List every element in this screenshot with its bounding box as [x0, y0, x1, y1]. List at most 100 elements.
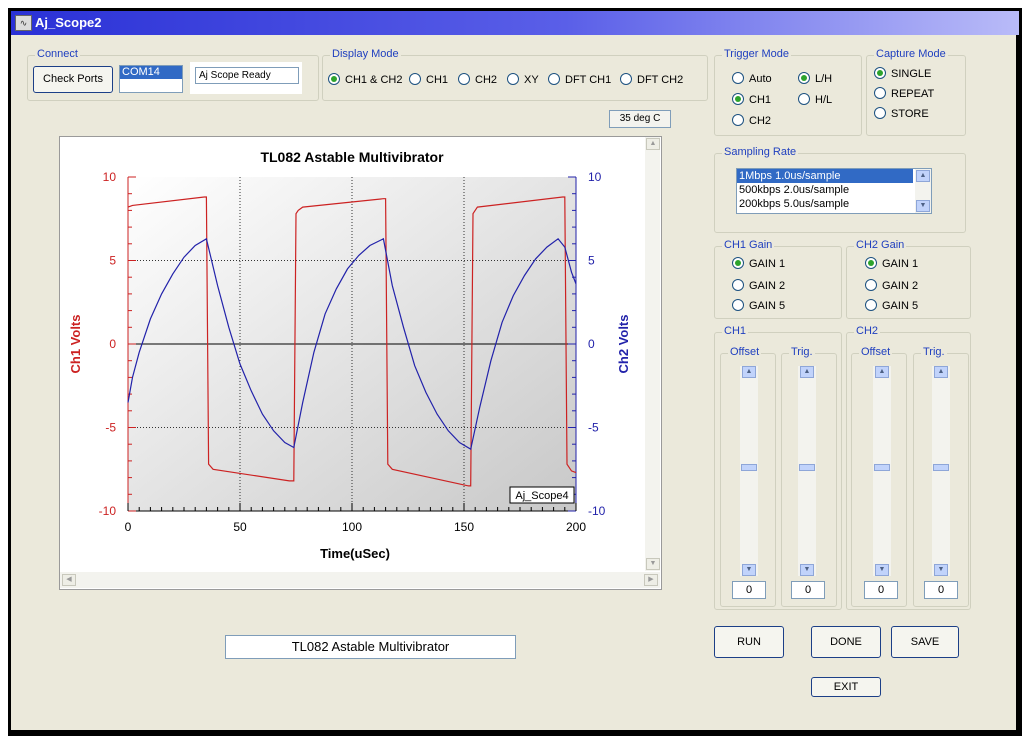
radio-icon: [548, 73, 560, 85]
sampling-rate-item-selected[interactable]: 1Mbps 1.0us/sample: [737, 169, 913, 183]
slider-down-icon[interactable]: ▼: [875, 564, 889, 576]
radio-label: GAIN 5: [749, 300, 786, 312]
ch2-gain-group: CH2 Gain GAIN 1 GAIN 2 GAIN 5: [846, 239, 971, 319]
ch1-trig-slider[interactable]: ▲ ▼: [798, 366, 816, 576]
chart-title: TL082 Astable Multivibrator: [260, 149, 444, 165]
slider-down-icon[interactable]: ▼: [800, 564, 814, 576]
radio-label: GAIN 2: [882, 280, 919, 292]
ch2-gain-1[interactable]: GAIN 1: [865, 257, 918, 270]
slider-thumb[interactable]: [799, 464, 815, 471]
check-ports-button[interactable]: Check Ports: [33, 66, 113, 93]
ch1-trig-label: Trig.: [789, 346, 815, 358]
radio-selected-icon: [328, 73, 340, 85]
radio-label: GAIN 5: [882, 300, 919, 312]
radio-label: GAIN 1: [749, 258, 786, 270]
y-axis-label-ch1: Ch1 Volts: [68, 315, 83, 374]
display-mode-xy[interactable]: XY: [507, 73, 539, 86]
capture-store[interactable]: STORE: [874, 107, 929, 120]
ch1-gain-2[interactable]: GAIN 2: [732, 279, 785, 292]
ch2-trig-label: Trig.: [921, 346, 947, 358]
radio-label: CH1: [749, 94, 772, 106]
chart-vertical-scrollbar[interactable]: ▲ ▼: [645, 137, 660, 571]
ch1-gain-1[interactable]: GAIN 1: [732, 257, 785, 270]
slider-thumb[interactable]: [874, 464, 890, 471]
radio-selected-icon: [732, 257, 744, 269]
radio-icon: [732, 114, 744, 126]
display-mode-dft-ch2[interactable]: DFT CH2: [620, 73, 683, 86]
ch2-controls-group: CH2 Offset ▲ ▼ 0 Trig. ▲ ▼ 0: [846, 325, 971, 610]
slider-up-icon[interactable]: ▲: [800, 366, 814, 378]
client-area: Connect Check Ports COM14 Aj Scope Ready…: [11, 35, 1016, 730]
slider-up-icon[interactable]: ▲: [875, 366, 889, 378]
window-title: Aj_Scope2: [35, 15, 102, 30]
radio-icon: [732, 299, 744, 311]
capture-mode-group: Capture Mode SINGLE REPEAT STORE: [866, 48, 966, 136]
trigger-ch2[interactable]: CH2: [732, 114, 771, 127]
slider-up-icon[interactable]: ▲: [934, 366, 948, 378]
display-mode-dft-ch1[interactable]: DFT CH1: [548, 73, 611, 86]
ch2-gain-2[interactable]: GAIN 2: [865, 279, 918, 292]
ch1-trig-value[interactable]: 0: [791, 581, 825, 599]
x-axis-label: Time(uSec): [320, 546, 390, 561]
ch1-gain-5[interactable]: GAIN 5: [732, 299, 785, 312]
port-selected-item[interactable]: COM14: [120, 66, 182, 79]
scroll-right-icon[interactable]: ▶: [644, 574, 658, 586]
caption-textbox[interactable]: TL082 Astable Multivibrator: [225, 635, 516, 659]
run-button[interactable]: RUN: [714, 626, 784, 658]
x-tick-label: 200: [566, 520, 586, 534]
trigger-auto[interactable]: Auto: [732, 72, 772, 85]
capture-repeat[interactable]: REPEAT: [874, 87, 934, 100]
trigger-low-to-high[interactable]: L/H: [798, 72, 832, 85]
scope-app-icon[interactable]: ∿: [15, 15, 32, 31]
sampling-rate-item[interactable]: 500kbps 2.0us/sample: [737, 183, 931, 197]
slider-down-icon[interactable]: ▼: [742, 564, 756, 576]
scroll-up-icon[interactable]: ▲: [646, 138, 660, 150]
sampling-rate-scrollbar[interactable]: ▲ ▼: [915, 169, 931, 213]
ch1-gain-label: CH1 Gain: [722, 239, 775, 251]
radio-label: GAIN 2: [749, 280, 786, 292]
scroll-down-icon[interactable]: ▼: [646, 558, 660, 570]
ch2-gain-5[interactable]: GAIN 5: [865, 299, 918, 312]
sampling-rate-item[interactable]: 200kbps 5.0us/sample: [737, 197, 931, 211]
ch2-offset-value[interactable]: 0: [864, 581, 898, 599]
slider-up-icon[interactable]: ▲: [742, 366, 756, 378]
radio-selected-icon: [798, 72, 810, 84]
done-button[interactable]: DONE: [811, 626, 881, 658]
y-tick-label-ch2: 5: [588, 254, 595, 268]
ch1-offset-value[interactable]: 0: [732, 581, 766, 599]
title-bar[interactable]: ∿ Aj_Scope2: [11, 11, 1019, 35]
trigger-high-to-low[interactable]: H/L: [798, 93, 832, 106]
ch1-offset-slider[interactable]: ▲ ▼: [740, 366, 758, 576]
port-listbox[interactable]: COM14: [119, 65, 183, 93]
ch2-trig-group: Trig. ▲ ▼ 0: [913, 346, 969, 607]
exit-button[interactable]: EXIT: [811, 677, 881, 697]
scroll-down-icon[interactable]: ▼: [916, 200, 930, 212]
ch1-controls-group: CH1 Offset ▲ ▼ 0 Trig. ▲ ▼ 0: [714, 325, 842, 610]
sampling-rate-listbox[interactable]: 1Mbps 1.0us/sample 500kbps 2.0us/sample …: [736, 168, 932, 214]
radio-icon: [409, 73, 421, 85]
slider-thumb[interactable]: [741, 464, 757, 471]
scroll-left-icon[interactable]: ◀: [62, 574, 76, 586]
ch2-offset-slider[interactable]: ▲ ▼: [873, 366, 891, 576]
slider-thumb[interactable]: [933, 464, 949, 471]
ch2-offset-group: Offset ▲ ▼ 0: [851, 346, 907, 607]
trigger-ch1[interactable]: CH1: [732, 93, 771, 106]
scroll-up-icon[interactable]: ▲: [916, 170, 930, 182]
display-mode-ch2[interactable]: CH2: [458, 73, 497, 86]
slider-down-icon[interactable]: ▼: [934, 564, 948, 576]
display-mode-ch1[interactable]: CH1: [409, 73, 448, 86]
capture-single[interactable]: SINGLE: [874, 67, 931, 80]
radio-label: SINGLE: [891, 68, 932, 80]
y-tick-label-ch2: -10: [588, 504, 606, 518]
display-mode-ch1-ch2[interactable]: CH1 & CH2: [328, 73, 402, 86]
chart-watermark: Aj_Scope4: [515, 490, 568, 502]
ch2-trig-value[interactable]: 0: [924, 581, 958, 599]
ch2-trig-slider[interactable]: ▲ ▼: [932, 366, 950, 576]
ch2-gain-label: CH2 Gain: [854, 239, 907, 251]
connect-group: Connect Check Ports COM14 Aj Scope Ready: [27, 48, 319, 101]
save-button[interactable]: SAVE: [891, 626, 959, 658]
ch1-gain-group: CH1 Gain GAIN 1 GAIN 2 GAIN 5: [714, 239, 842, 319]
radio-selected-icon: [865, 257, 877, 269]
chart-horizontal-scrollbar[interactable]: ◀ ▶: [60, 572, 660, 588]
radio-icon: [865, 299, 877, 311]
